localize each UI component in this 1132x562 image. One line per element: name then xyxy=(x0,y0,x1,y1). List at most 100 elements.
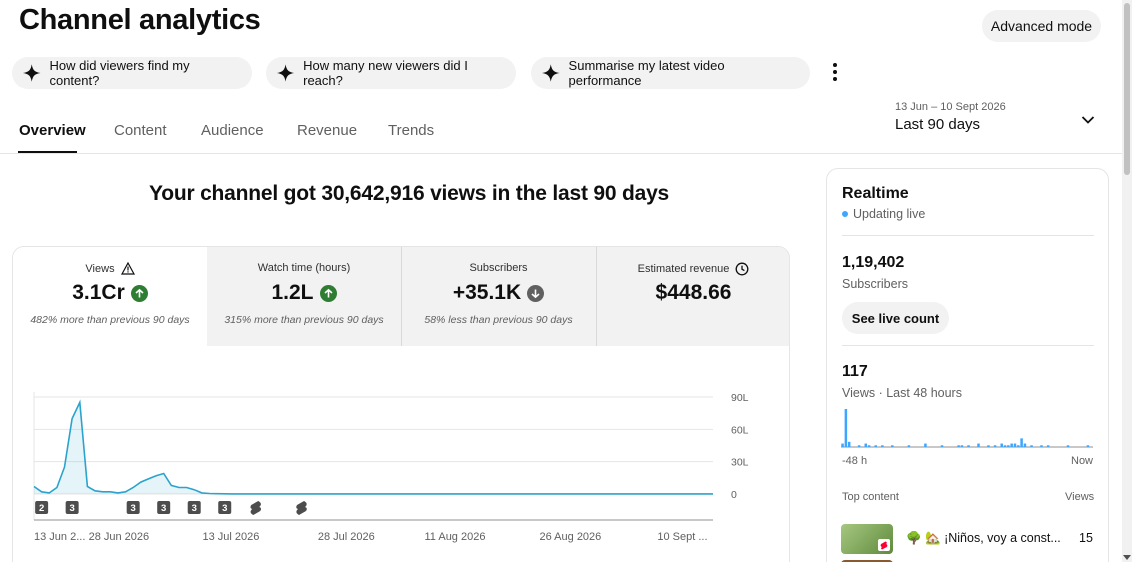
realtime-bar xyxy=(857,445,861,447)
realtime-bar xyxy=(881,445,884,447)
sparkle-icon xyxy=(22,64,41,82)
realtime-bar xyxy=(1000,443,1003,447)
realtime-bar xyxy=(1030,445,1033,447)
views-headline: Your channel got 30,642,916 views in the… xyxy=(148,182,670,205)
suggestion-chip-latest-video[interactable]: Summarise my latest video performance xyxy=(531,57,810,89)
realtime-panel: Realtime Updating live 1,19,402 Subscrib… xyxy=(826,168,1109,562)
y-tick-label: 30L xyxy=(731,457,749,469)
realtime-bar xyxy=(987,445,990,447)
y-tick-label: 90L xyxy=(731,392,749,404)
divider xyxy=(842,345,1094,346)
realtime-bar xyxy=(1023,443,1027,447)
more-options-icon[interactable] xyxy=(826,60,844,84)
tab-overview[interactable]: Overview xyxy=(19,122,86,139)
svg-text:2: 2 xyxy=(39,503,44,514)
scroll-down-arrow-icon[interactable] xyxy=(1123,555,1131,560)
shorts-upload-marker[interactable] xyxy=(250,501,262,515)
tab-content[interactable]: Content xyxy=(114,122,167,139)
y-tick-label: 60L xyxy=(731,424,749,436)
realtime-bar xyxy=(1010,443,1013,447)
shorts-badge-icon xyxy=(878,539,890,551)
x-tick-label: 28 Jun 2026 xyxy=(89,531,150,543)
realtime-bar xyxy=(960,445,964,447)
realtime-views-label: Views · Last 48 hours xyxy=(842,386,962,400)
realtime-bar xyxy=(977,443,980,447)
upload-count-marker[interactable]: 3 xyxy=(65,501,79,514)
shorts-upload-marker[interactable] xyxy=(296,501,307,515)
subscriber-label: Subscribers xyxy=(842,277,908,291)
x-tick-label: 28 Jul 2026 xyxy=(318,531,375,543)
realtime-bar xyxy=(1066,445,1070,447)
sparkle-icon xyxy=(276,64,295,82)
realtime-bar xyxy=(844,409,848,447)
upload-count-marker[interactable]: 3 xyxy=(126,501,140,514)
x-tick-label: 10 Sept ... xyxy=(657,531,707,543)
realtime-bar xyxy=(907,445,911,447)
overview-chart-card: Views 3.1Cr 482% more than previous 90 d… xyxy=(12,246,790,562)
realtime-bar xyxy=(1007,445,1010,447)
top-content-label: Top content xyxy=(842,491,899,503)
realtime-bar xyxy=(1086,445,1090,447)
chevron-down-icon xyxy=(1081,116,1095,124)
realtime-axis-end: Now xyxy=(1071,455,1094,467)
top-content-title[interactable]: 🌳 🏡 ¡Niños, voy a const... xyxy=(906,531,1086,546)
realtime-bar xyxy=(891,445,894,447)
date-range-text: 13 Jun – 10 Sept 2026 xyxy=(895,101,1006,113)
realtime-axis-start: -48 h xyxy=(842,455,868,467)
realtime-bar xyxy=(1040,445,1043,447)
svg-text:3: 3 xyxy=(69,503,74,514)
tabs-divider xyxy=(0,153,1122,154)
views-chart[interactable]: 90L 60L 30L 0 2 3 3 3 3 3 13 Jun 2... 28 Jun 2026 13… xyxy=(13,247,790,562)
realtime-bar xyxy=(864,443,868,447)
realtime-bar xyxy=(1046,445,1050,447)
views-line xyxy=(33,399,713,495)
upload-count-marker[interactable]: 3 xyxy=(157,501,171,514)
realtime-status: Updating live xyxy=(853,207,926,221)
realtime-bar xyxy=(874,445,877,447)
realtime-views-chart[interactable] xyxy=(841,407,1095,449)
top-content-views-label: Views xyxy=(1065,491,1095,503)
svg-text:3: 3 xyxy=(131,503,136,514)
tab-audience[interactable]: Audience xyxy=(201,122,264,139)
svg-text:3: 3 xyxy=(161,503,166,514)
suggestion-chip-viewer-sources[interactable]: How did viewers find my content? xyxy=(12,57,252,89)
realtime-bar xyxy=(924,443,927,447)
page-title: Channel analytics xyxy=(19,4,261,36)
suggestion-chip-new-viewers[interactable]: How many new viewers did I reach? xyxy=(266,57,516,89)
realtime-bar xyxy=(1017,445,1020,447)
upload-count-marker[interactable]: 2 xyxy=(35,501,49,514)
realtime-bar xyxy=(1003,445,1007,447)
x-tick-label: 13 Jul 2026 xyxy=(202,531,259,543)
date-range-preset: Last 90 days xyxy=(895,116,981,133)
scrollbar-thumb[interactable] xyxy=(1124,3,1130,175)
realtime-bar xyxy=(1020,438,1023,447)
see-live-count-button[interactable]: See live count xyxy=(842,302,949,334)
upload-count-marker[interactable]: 3 xyxy=(187,501,201,514)
page-scrollbar[interactable] xyxy=(1122,0,1132,562)
advanced-mode-button[interactable]: Advanced mode xyxy=(982,10,1101,42)
subscriber-count: 1,19,402 xyxy=(842,254,905,271)
sparkle-icon xyxy=(541,64,560,82)
views-area xyxy=(34,402,713,494)
y-tick-label: 0 xyxy=(731,489,737,501)
realtime-bar xyxy=(1013,443,1017,447)
video-thumbnail[interactable] xyxy=(841,524,893,554)
tab-revenue[interactable]: Revenue xyxy=(297,122,357,139)
tab-trends[interactable]: Trends xyxy=(388,122,434,139)
realtime-bar xyxy=(957,445,960,447)
x-tick-label: 13 Jun 2... xyxy=(34,531,85,543)
realtime-bar xyxy=(993,445,997,447)
suggestion-chip-label: How did viewers find my content? xyxy=(49,58,190,88)
date-range-picker[interactable]: 13 Jun – 10 Sept 2026 Last 90 days xyxy=(895,101,1105,141)
upload-count-marker[interactable]: 3 xyxy=(218,501,232,514)
svg-text:3: 3 xyxy=(192,503,197,514)
realtime-views-count: 117 xyxy=(842,363,868,380)
svg-text:3: 3 xyxy=(222,503,227,514)
realtime-bar xyxy=(847,441,851,447)
realtime-bar xyxy=(867,445,871,447)
live-dot-icon xyxy=(842,211,848,217)
suggestion-chip-label: How many new viewers did I reach? xyxy=(303,58,468,88)
x-tick-label: 26 Aug 2026 xyxy=(540,531,602,543)
realtime-bar xyxy=(841,443,844,447)
realtime-title: Realtime xyxy=(842,185,909,202)
